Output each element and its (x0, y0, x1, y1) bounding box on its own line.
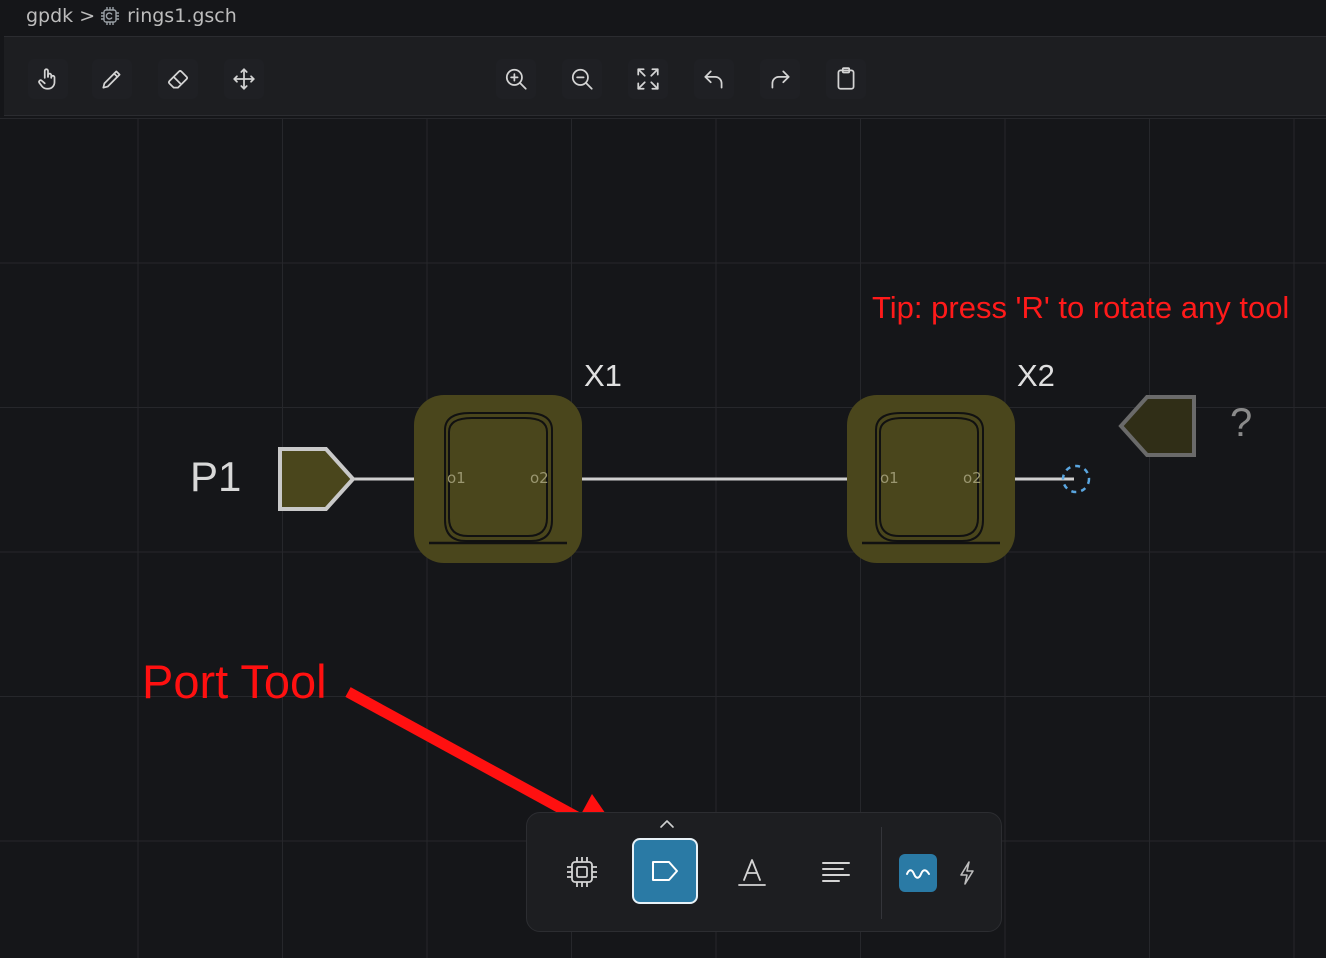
instance-x1[interactable]: o1 o2 (414, 395, 582, 563)
chip-icon (567, 857, 597, 887)
lightning-icon (960, 861, 974, 885)
port-tool-annotation: Port Tool (142, 655, 327, 708)
instance-x2-label: X2 (1017, 358, 1055, 393)
port-p1-label: P1 (190, 453, 241, 500)
rotate-tip: Tip: press 'R' to rotate any tool (872, 290, 1290, 325)
wave-icon (906, 869, 930, 879)
chevron-up-icon[interactable] (657, 817, 677, 829)
text-tool-button[interactable] (719, 839, 785, 905)
x1-pin-o1: o1 (447, 469, 466, 487)
port-tool-button[interactable] (632, 838, 698, 904)
text-a-icon (738, 859, 766, 886)
ghost-port-label: ? (1230, 401, 1252, 445)
electrical-mode-toggle[interactable] (951, 857, 983, 889)
instance-x1-label: X1 (584, 358, 622, 393)
instance-x2[interactable]: o1 o2 (847, 395, 1015, 563)
dock-divider (881, 827, 882, 919)
tool-dock (526, 812, 1002, 932)
port-p1-symbol[interactable] (278, 447, 356, 511)
port-icon (652, 861, 678, 881)
x2-pin-o2: o2 (963, 469, 982, 487)
ghost-port-preview (1118, 395, 1196, 457)
x2-pin-o1: o1 (880, 469, 899, 487)
optical-mode-toggle[interactable] (899, 854, 937, 892)
component-tool-button[interactable] (549, 839, 615, 905)
align-tool-button[interactable] (803, 839, 869, 905)
x1-pin-o2: o2 (530, 469, 549, 487)
align-lines-icon (822, 862, 850, 882)
